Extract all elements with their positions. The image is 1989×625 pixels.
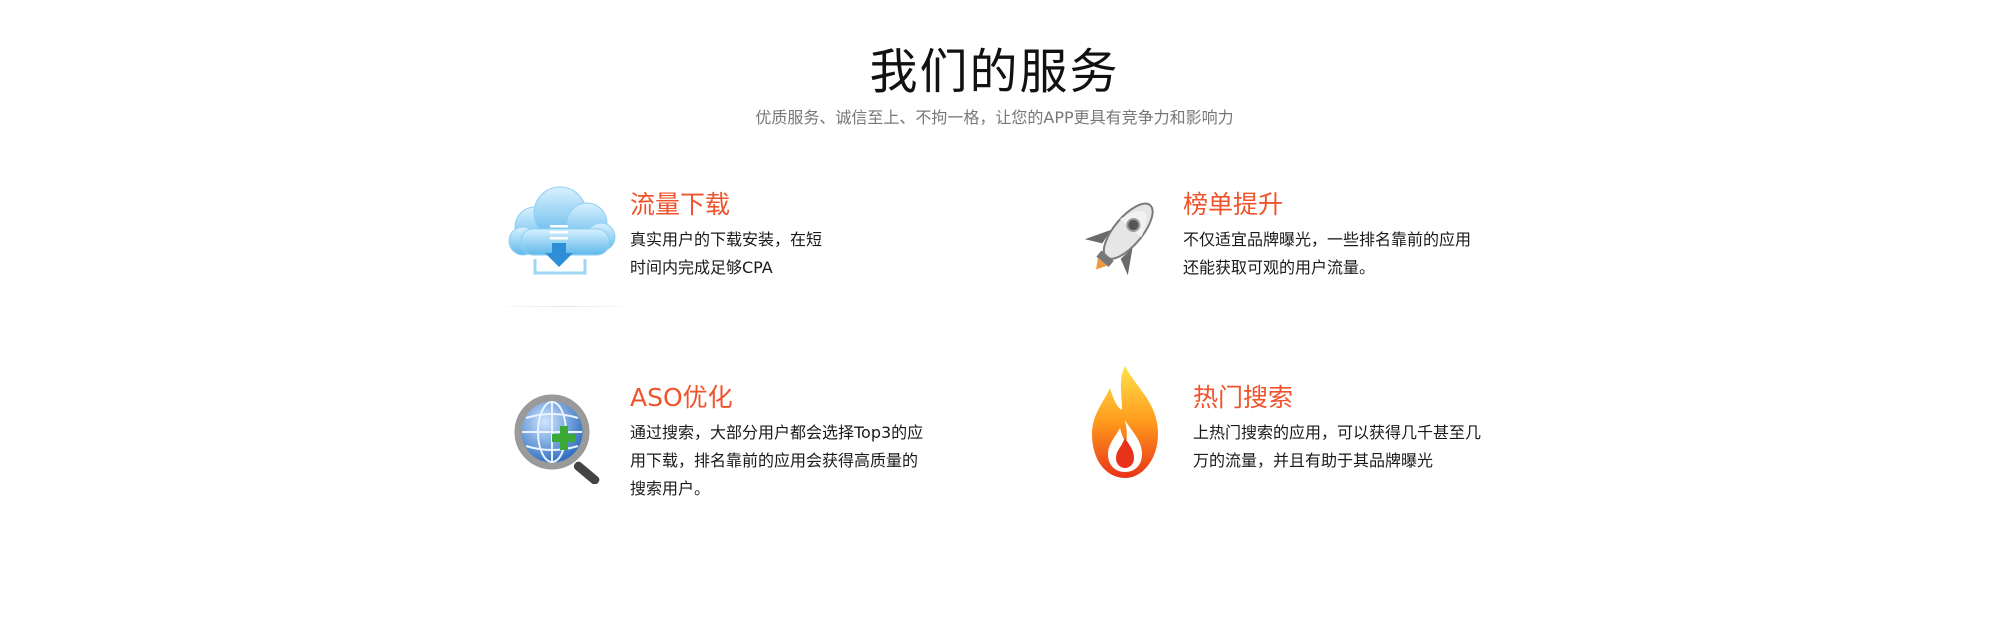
description-line: 还能获取可观的用户流量。 — [1183, 258, 1376, 277]
service-title: 流量下载 — [630, 190, 731, 219]
service-title: 热门搜索 — [1193, 383, 1294, 412]
description-line: 真实用户的下载安装，在短 — [630, 230, 823, 249]
description-line: 用下载，排名靠前的应用会获得高质量的 — [630, 451, 919, 470]
service-description: 通过搜索，大部分用户都会选择Top3的应 用下载，排名靠前的应用会获得高质量的 … — [630, 419, 923, 503]
service-title: ASO优化 — [630, 383, 733, 412]
service-description: 真实用户的下载安装，在短 时间内完成足够CPA — [630, 226, 822, 282]
service-description: 上热门搜索的应用，可以获得几千甚至几 万的流量，并且有助于其品牌曝光 — [1193, 419, 1481, 475]
service-description: 不仅适宜品牌曝光，一些排名靠前的应用 还能获取可观的用户流量。 — [1183, 226, 1471, 282]
description-line: 不仅适宜品牌曝光，一些排名靠前的应用 — [1183, 230, 1472, 249]
fire-icon — [1088, 362, 1162, 482]
description-line: 搜索用户。 — [630, 479, 711, 498]
cloud-download-icon — [505, 185, 620, 285]
description-line: 上热门搜索的应用，可以获得几千甚至几 — [1193, 423, 1482, 442]
description-line: 万的流量，并且有助于其品牌曝光 — [1193, 451, 1434, 470]
page-subtitle: 优质服务、诚信至上、不拘一格，让您的APP更具有竞争力和影响力 — [755, 108, 1234, 127]
description-line: 通过搜索，大部分用户都会选择Top3的应 — [630, 423, 924, 442]
description-line: 时间内完成足够CPA — [630, 258, 773, 277]
globe-search-icon — [508, 388, 620, 485]
service-title: 榜单提升 — [1183, 190, 1284, 219]
rocket-icon — [1084, 190, 1165, 280]
page-title: 我们的服务 — [869, 44, 1120, 100]
divider — [490, 306, 640, 307]
